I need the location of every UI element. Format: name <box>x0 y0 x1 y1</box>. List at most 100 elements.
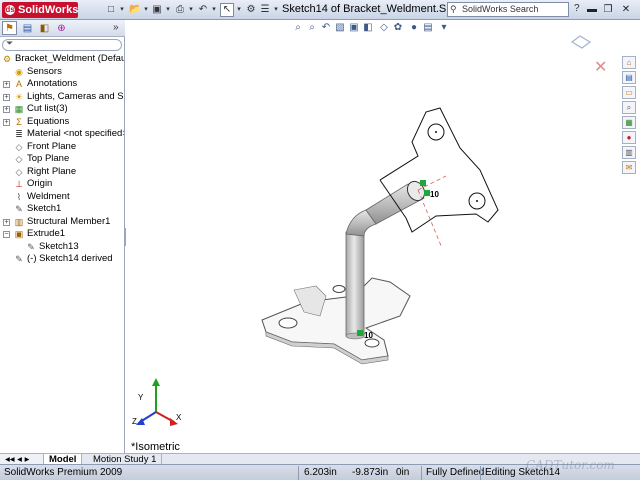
tree-item-front-plane[interactable]: ◇ Front Plane <box>0 141 124 154</box>
zoom-area-icon[interactable]: ⌕ <box>306 21 318 34</box>
tree-item-sensors[interactable]: ◉ Sensors <box>0 66 124 79</box>
undo-icon[interactable]: ↶ <box>196 3 210 17</box>
tree-item-label: Extrude1 <box>27 228 66 239</box>
coincident-relation-icon[interactable] <box>420 180 426 186</box>
tree-item-top-plane[interactable]: ◇ Top Plane <box>0 153 124 166</box>
solidworks-logo[interactable]: ds SolidWorks <box>2 2 78 18</box>
view-orientation-icon[interactable]: ▣ <box>348 21 360 34</box>
status-sketch-state[interactable]: Fully Defined <box>426 467 484 479</box>
expand-icon[interactable]: + <box>3 81 10 88</box>
expand-icon[interactable]: + <box>3 218 10 226</box>
tree-item-annotations[interactable]: + A Annotations <box>0 78 124 91</box>
chevron-down-icon[interactable]: ▾ <box>235 3 243 17</box>
open-icon[interactable]: 📂 <box>128 3 142 17</box>
panel-chevron[interactable]: » <box>113 22 119 33</box>
edit-appearance-icon[interactable]: ✿ <box>392 21 404 34</box>
close-icon[interactable]: ✕ <box>620 3 632 16</box>
confirmation-corner[interactable]: ✕ <box>570 35 607 76</box>
minimize-icon[interactable]: ▬ <box>586 3 598 16</box>
save-icon[interactable]: ▣ <box>150 3 164 17</box>
dimxpert-icon[interactable]: ⊕ <box>54 21 69 35</box>
configuration-manager-icon[interactable]: ◧ <box>37 21 52 35</box>
status-divider <box>421 466 422 480</box>
base-plate[interactable] <box>261 277 411 365</box>
expand-icon[interactable]: + <box>3 93 10 101</box>
tree-item-lights[interactable]: + ☀ Lights, Cameras and Scene <box>0 91 124 104</box>
print-icon[interactable]: ⎙ <box>173 3 187 17</box>
triad-y-label: Y <box>138 393 144 402</box>
file-explorer-icon[interactable]: ▭ <box>622 86 636 99</box>
tree-item-label: (-) Sketch14 derived <box>27 253 113 264</box>
tree-item-cut-list[interactable]: + ▦ Cut list(3) <box>0 103 124 116</box>
tree-item-label: Sensors <box>27 65 62 77</box>
feature-manager-icon[interactable]: ⚑ <box>2 21 17 35</box>
tree-item-weldment[interactable]: ⌇ Weldment <box>0 191 124 204</box>
sensors-icon: ◉ <box>15 66 23 77</box>
resources-icon[interactable]: ⌂ <box>622 56 636 69</box>
watermark: CADTutor.com <box>526 458 615 472</box>
display-style-icon[interactable]: ◧ <box>362 21 374 34</box>
restore-icon[interactable]: ❐ <box>602 3 614 16</box>
chevron-down-icon[interactable]: ▾ <box>142 3 150 17</box>
view-palette-icon[interactable]: ▦ <box>622 116 636 129</box>
status-y-coordinate: -9.873in <box>352 467 389 478</box>
hide-show-icon[interactable]: ◇ <box>378 21 390 34</box>
tree-item-origin[interactable]: ⊥ Origin <box>0 178 124 191</box>
logo-text: SolidWorks <box>18 4 79 16</box>
options-icon[interactable]: ☰ <box>258 3 272 17</box>
apply-scene-icon[interactable]: ● <box>408 21 420 34</box>
tree-filter-input[interactable]: ⏷ <box>2 38 122 51</box>
tree-item-structural-member[interactable]: + ▥ Structural Member1 <box>0 216 124 229</box>
property-manager-icon[interactable]: ▤ <box>20 21 35 35</box>
select-icon[interactable]: ↖ <box>220 3 234 17</box>
chevron-down-icon[interactable]: ▾ <box>210 3 218 17</box>
chevron-down-icon[interactable]: ▾ <box>272 3 280 17</box>
chevron-down-icon[interactable]: ▾ <box>438 21 450 34</box>
task-pane-tabs: ⌂ ▤ ▭ ⌕ ▦ ● ▥ ✉ <box>622 56 638 176</box>
zoom-to-fit-icon[interactable]: ⌕ <box>292 21 304 34</box>
tree-item-sketch1[interactable]: ✎ Sketch1 <box>0 203 124 216</box>
tree-item-label: Material <not specified> <box>27 128 124 139</box>
status-product: SolidWorks Premium 2009 <box>4 467 123 478</box>
ds-logo-icon: ds <box>5 5 15 15</box>
rebuild-icon[interactable]: ⚙ <box>244 3 258 17</box>
exit-sketch-icon[interactable]: ✕ <box>594 57 607 76</box>
tree-item-label: Structural Member1 <box>27 215 111 227</box>
search-input[interactable]: ⚲ SolidWorks Search <box>447 2 569 17</box>
tree-item-material[interactable]: ≣ Material <not specified> <box>0 128 124 141</box>
chevron-down-icon[interactable]: ▾ <box>187 3 195 17</box>
section-view-icon[interactable]: ▧ <box>334 21 346 34</box>
solidworks-forum-icon[interactable]: ✉ <box>622 161 636 174</box>
material-icon: ≣ <box>15 129 23 139</box>
expand-icon[interactable]: + <box>3 106 10 113</box>
tree-item-sketch13[interactable]: ✎ Sketch13 <box>0 241 124 254</box>
expand-icon[interactable]: + <box>3 118 10 126</box>
view-settings-icon[interactable]: ▤ <box>422 21 434 34</box>
chevron-down-icon[interactable]: ▾ <box>118 3 126 17</box>
collapse-icon[interactable]: − <box>3 231 10 238</box>
plane-icon: ◇ <box>15 141 23 152</box>
design-library-icon[interactable]: ▤ <box>622 71 636 84</box>
graphics-area[interactable]: 10 10 ✕ Y X Z <box>126 20 621 453</box>
previous-view-icon[interactable]: ↶ <box>320 21 332 34</box>
sketch14-profile[interactable] <box>379 107 499 249</box>
tree-item-right-plane[interactable]: ◇ Right Plane <box>0 166 124 179</box>
part-icon: ⚙ <box>2 54 12 64</box>
coincident-relation-icon[interactable] <box>357 330 363 336</box>
custom-properties-icon[interactable]: ▥ <box>622 146 636 159</box>
new-document-icon[interactable]: □ <box>104 3 118 17</box>
help-icon[interactable]: ? <box>574 3 580 14</box>
chevron-down-icon[interactable]: ▾ <box>164 3 172 17</box>
search-results-icon[interactable]: ⌕ <box>622 101 636 114</box>
tree-item-extrude1[interactable]: − ▣ Extrude1 <box>0 228 124 241</box>
weldment-icon: ⌇ <box>16 191 22 202</box>
tree-item-label: Front Plane <box>27 140 77 152</box>
tree-item-label: Annotations <box>27 78 78 89</box>
tree-item-part[interactable]: ⚙ Bracket_Weldment (Default <box>0 53 124 66</box>
tree-item-sketch14[interactable]: ✎ (-) Sketch14 derived <box>0 253 124 266</box>
cut-list-icon: ▦ <box>14 104 24 114</box>
appearances-icon[interactable]: ● <box>622 131 636 144</box>
panel-tabs: ⚑ ▤ ◧ ⊕ » <box>0 20 125 37</box>
tree-item-label: Right Plane <box>27 165 77 177</box>
tree-item-equations[interactable]: + Σ Equations <box>0 116 124 129</box>
